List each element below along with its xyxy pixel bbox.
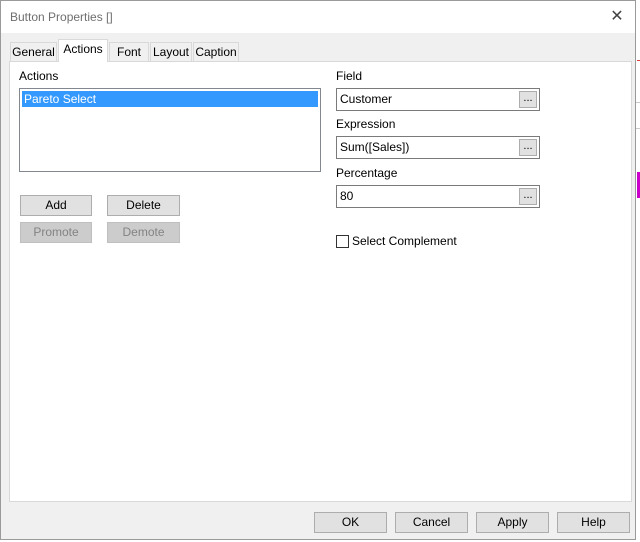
- tab-font[interactable]: Font: [109, 42, 149, 61]
- demote-button[interactable]: Demote: [107, 222, 180, 243]
- expression-input[interactable]: Sum([Sales]) ...: [336, 136, 540, 159]
- tab-caption[interactable]: Caption: [193, 42, 239, 61]
- tab-general[interactable]: General: [10, 42, 57, 61]
- ok-button[interactable]: OK: [314, 512, 387, 533]
- button-properties-dialog: Button Properties [] ✕ General Actions F…: [0, 0, 636, 540]
- delete-button[interactable]: Delete: [107, 195, 180, 216]
- percentage-input[interactable]: 80 ...: [336, 185, 540, 208]
- cancel-button[interactable]: Cancel: [395, 512, 468, 533]
- apply-button[interactable]: Apply: [476, 512, 549, 533]
- actions-list[interactable]: Pareto Select: [19, 88, 321, 172]
- field-label: Field: [336, 69, 363, 83]
- percentage-label: Percentage: [336, 166, 398, 180]
- background-line: [636, 102, 640, 103]
- tab-layout[interactable]: Layout: [150, 42, 192, 61]
- field-input[interactable]: Customer ...: [336, 88, 540, 111]
- actions-label: Actions: [19, 69, 59, 83]
- actions-panel: Actions Pareto Select Add Delete Promote…: [9, 61, 632, 502]
- window-title: Button Properties []: [10, 10, 113, 24]
- select-complement-checkbox[interactable]: [336, 235, 349, 248]
- expression-value: Sum([Sales]): [340, 140, 410, 154]
- percentage-value: 80: [340, 189, 354, 203]
- field-value: Customer: [340, 92, 393, 106]
- background-line: [636, 128, 640, 129]
- expression-label: Expression: [336, 117, 396, 131]
- add-button[interactable]: Add: [20, 195, 92, 216]
- list-item[interactable]: Pareto Select: [22, 91, 318, 107]
- select-complement-label: Select Complement: [352, 234, 457, 248]
- percentage-browse-button[interactable]: ...: [519, 188, 537, 205]
- promote-button[interactable]: Promote: [20, 222, 92, 243]
- field-browse-button[interactable]: ...: [519, 91, 537, 108]
- title-bar: Button Properties [] ✕: [1, 1, 635, 33]
- expression-browse-button[interactable]: ...: [519, 139, 537, 156]
- close-icon[interactable]: ✕: [607, 7, 627, 27]
- tab-actions[interactable]: Actions: [58, 39, 108, 62]
- help-button[interactable]: Help: [557, 512, 630, 533]
